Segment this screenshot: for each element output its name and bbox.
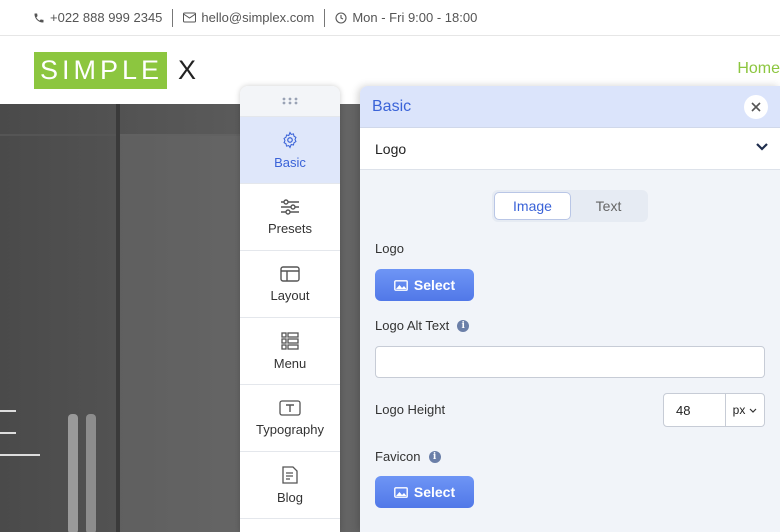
tab-blog[interactable]: Blog xyxy=(240,452,340,519)
tab-presets[interactable]: Presets xyxy=(240,184,340,251)
panel-header: Basic xyxy=(360,86,780,128)
email-item[interactable]: hello@simplex.com xyxy=(183,10,314,25)
unit-select[interactable]: px xyxy=(726,394,764,426)
menu-icon xyxy=(281,331,299,350)
tab-typography[interactable]: Typography xyxy=(240,385,340,452)
unit-value: px xyxy=(732,403,746,417)
alt-text-label: Logo Alt Text i xyxy=(375,318,470,333)
alt-text-label-text: Logo Alt Text xyxy=(375,318,450,333)
layout-icon xyxy=(280,265,300,282)
toggle-text[interactable]: Text xyxy=(571,192,646,220)
logo-label: Logo xyxy=(375,241,404,256)
section-title: Logo xyxy=(375,140,407,157)
tab-label: Presets xyxy=(267,220,313,236)
panel-title: Basic xyxy=(372,97,412,115)
divider xyxy=(324,8,326,27)
logo-height-label: Logo Height xyxy=(375,402,445,417)
image-icon xyxy=(393,486,408,498)
logo-label-text: Logo xyxy=(375,241,404,256)
hero-decor xyxy=(86,414,96,532)
info-icon[interactable]: i xyxy=(457,319,470,332)
tab-label: Layout xyxy=(270,287,310,303)
logo-type-toggle: Image Text xyxy=(492,190,648,222)
logo-section-header[interactable]: Logo xyxy=(360,128,780,170)
tab-label: Blog xyxy=(276,489,304,505)
toggle-image[interactable]: Image xyxy=(494,192,571,220)
favicon-select-button[interactable]: Select xyxy=(375,476,474,508)
phone-text: +022 888 999 2345 xyxy=(50,10,163,25)
hours-item: Mon - Fri 9:00 - 18:00 xyxy=(335,10,477,25)
logo-suffix: X xyxy=(178,55,199,85)
email-text[interactable]: hello@simplex.com xyxy=(201,10,314,25)
tab-label: Basic xyxy=(274,154,306,170)
tab-layout[interactable]: Layout xyxy=(240,251,340,318)
phone-item: +022 888 999 2345 xyxy=(33,10,162,25)
typography-icon xyxy=(279,399,301,416)
logo-height-label-text: Logo Height xyxy=(375,402,446,417)
chevron-down-icon xyxy=(749,408,757,413)
grip-icon xyxy=(282,97,298,105)
drag-handle[interactable] xyxy=(240,86,340,117)
logo-height-control: 48 px xyxy=(663,393,765,427)
logo-height-input[interactable]: 48 xyxy=(664,394,726,426)
tab-label: Menu xyxy=(273,355,307,371)
hours-text: Mon - Fri 9:00 - 18:00 xyxy=(352,10,478,25)
nav-home-link[interactable]: Home xyxy=(737,60,780,78)
clock-icon xyxy=(335,11,347,24)
settings-panel: Basic Logo Image Text Logo Select Logo A… xyxy=(360,86,780,532)
blog-icon xyxy=(281,465,299,484)
logo-alt-text-input[interactable] xyxy=(375,346,765,378)
envelope-icon xyxy=(183,12,197,23)
favicon-label: Favicon i xyxy=(375,449,441,464)
sliders-icon xyxy=(280,198,300,215)
favicon-label-text: Favicon xyxy=(375,449,421,464)
tab-label: Typography xyxy=(256,421,324,437)
hero-line xyxy=(0,410,16,412)
settings-tab-bar: Basic Presets Layout Menu Typography Blo… xyxy=(240,86,340,532)
logo-main: SIMPLE xyxy=(34,52,168,89)
phone-icon xyxy=(33,12,45,24)
hero-line xyxy=(0,454,40,456)
image-icon xyxy=(393,279,408,291)
tab-basic[interactable]: Basic xyxy=(240,117,340,184)
top-contact-bar: +022 888 999 2345 hello@simplex.com Mon … xyxy=(0,0,780,36)
hero-decor xyxy=(68,414,78,532)
close-button[interactable] xyxy=(744,95,768,119)
gear-icon xyxy=(281,130,299,149)
hero-decor xyxy=(120,134,240,532)
tab-menu[interactable]: Menu xyxy=(240,318,340,385)
chevron-down-icon xyxy=(756,143,768,151)
site-logo[interactable]: SIMPLE X xyxy=(34,52,198,89)
logo-select-button[interactable]: Select xyxy=(375,269,474,301)
select-label: Select xyxy=(413,484,456,500)
close-icon xyxy=(751,102,761,112)
hero-line xyxy=(0,432,16,434)
divider xyxy=(172,8,174,27)
info-icon[interactable]: i xyxy=(428,450,441,463)
select-label: Select xyxy=(413,277,456,293)
